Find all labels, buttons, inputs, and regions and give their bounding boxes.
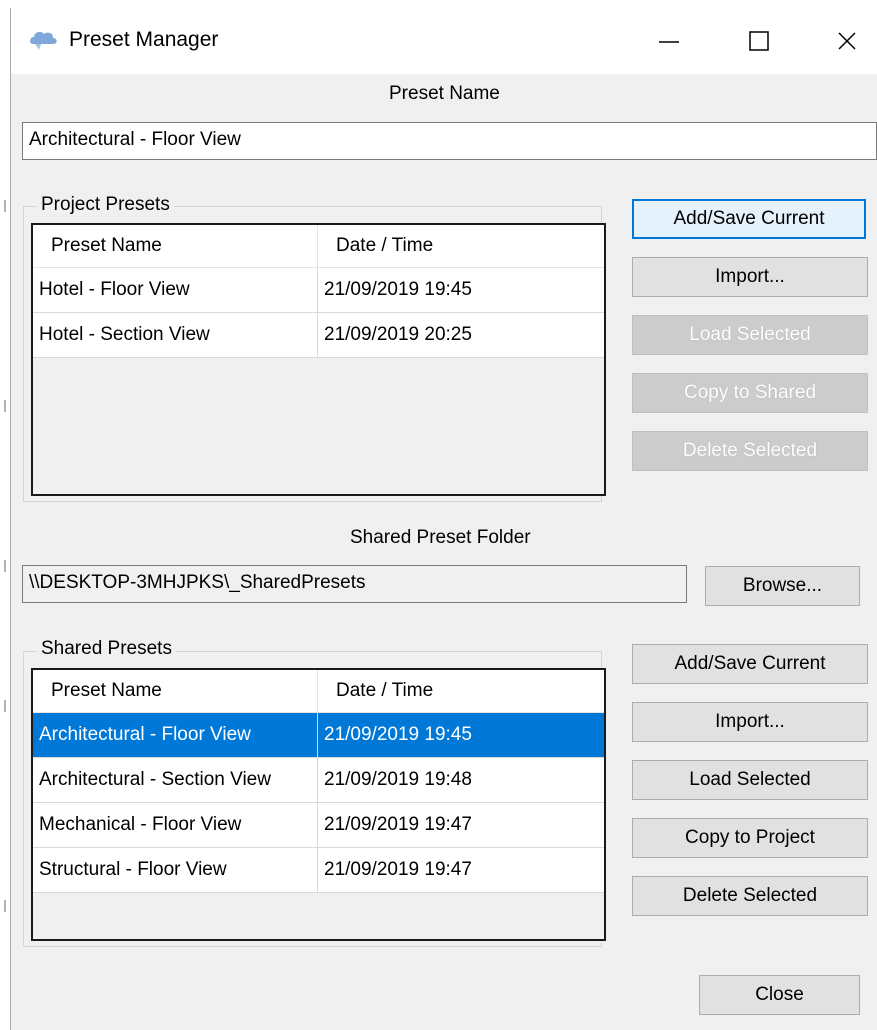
button-label: Delete Selected xyxy=(682,440,818,461)
shared-presets-list[interactable]: Preset Name Date / Time Architectural - … xyxy=(31,668,606,941)
row-preset-name: Structural - Floor View xyxy=(33,848,318,892)
copy-to-project-button[interactable]: Copy to Project xyxy=(632,818,868,858)
list-header: Preset Name Date / Time xyxy=(33,670,604,713)
preset-name-input[interactable]: Architectural - Floor View xyxy=(22,122,877,160)
table-row[interactable]: Structural - Floor View 21/09/2019 19:47 xyxy=(33,848,604,893)
button-label: Load Selected xyxy=(689,769,811,790)
button-label: Add/Save Current xyxy=(673,208,825,229)
project-delete-selected-button[interactable]: Delete Selected xyxy=(632,431,868,471)
shared-folder-path-field[interactable]: \\DESKTOP-3MHJPKS\_SharedPresets xyxy=(22,565,687,603)
row-date-time: 21/09/2019 19:45 xyxy=(324,724,472,745)
background-edge xyxy=(4,200,6,912)
button-label: Browse... xyxy=(742,575,823,596)
minimize-button[interactable] xyxy=(619,8,719,74)
row-date-time: 21/09/2019 19:47 xyxy=(324,859,472,880)
button-label: Copy to Shared xyxy=(683,382,817,403)
button-label: Copy to Project xyxy=(685,827,815,848)
window-title: Preset Manager xyxy=(69,28,219,51)
button-label: Import... xyxy=(715,266,785,287)
shared-import-button[interactable]: Import... xyxy=(632,702,868,742)
row-preset-name: Architectural - Section View xyxy=(33,758,318,802)
shared-presets-label: Shared Presets xyxy=(37,638,176,660)
title-bar[interactable]: Preset Manager xyxy=(11,8,877,74)
column-header-preset-name[interactable]: Preset Name xyxy=(33,225,318,267)
close-icon xyxy=(838,32,856,50)
copy-to-shared-button[interactable]: Copy to Shared xyxy=(632,373,868,413)
row-date-time: 21/09/2019 20:25 xyxy=(324,324,472,345)
minimize-icon xyxy=(659,41,679,43)
row-date-time: 21/09/2019 19:48 xyxy=(324,769,472,790)
row-preset-name: Architectural - Floor View xyxy=(33,713,318,757)
column-header-preset-name[interactable]: Preset Name xyxy=(33,670,318,712)
row-preset-name: Mechanical - Floor View xyxy=(33,803,318,847)
maximize-icon xyxy=(749,31,769,51)
table-row[interactable]: Mechanical - Floor View 21/09/2019 19:47 xyxy=(33,803,604,848)
table-row[interactable]: Hotel - Section View 21/09/2019 20:25 xyxy=(33,313,604,358)
table-row[interactable]: Architectural - Section View 21/09/2019 … xyxy=(33,758,604,803)
project-presets-label: Project Presets xyxy=(37,194,174,216)
shared-load-selected-button[interactable]: Load Selected xyxy=(632,760,868,800)
table-row-selected[interactable]: Architectural - Floor View 21/09/2019 19… xyxy=(33,713,604,758)
column-header-date-time[interactable]: Date / Time xyxy=(318,670,604,712)
button-label: Load Selected xyxy=(689,324,811,345)
close-button[interactable]: Close xyxy=(699,975,860,1015)
column-header-date-time[interactable]: Date / Time xyxy=(318,225,604,267)
preset-name-label: Preset Name xyxy=(389,83,500,104)
row-date-time: 21/09/2019 19:45 xyxy=(324,279,472,300)
project-load-selected-button[interactable]: Load Selected xyxy=(632,315,868,355)
row-preset-name: Hotel - Section View xyxy=(33,313,318,357)
cloud-icon xyxy=(30,31,57,50)
button-label: Import... xyxy=(715,711,785,732)
close-window-button[interactable] xyxy=(797,8,877,74)
project-import-button[interactable]: Import... xyxy=(632,257,868,297)
maximize-button[interactable] xyxy=(709,8,809,74)
project-presets-list[interactable]: Preset Name Date / Time Hotel - Floor Vi… xyxy=(31,223,606,496)
browse-button[interactable]: Browse... xyxy=(705,566,860,606)
button-label: Delete Selected xyxy=(682,885,818,906)
shared-delete-selected-button[interactable]: Delete Selected xyxy=(632,876,868,916)
button-label: Close xyxy=(755,984,804,1005)
shared-add-save-button[interactable]: Add/Save Current xyxy=(632,644,868,684)
shared-folder-label: Shared Preset Folder xyxy=(350,527,531,548)
table-row[interactable]: Hotel - Floor View 21/09/2019 19:45 xyxy=(33,268,604,313)
row-preset-name: Hotel - Floor View xyxy=(33,268,318,312)
project-add-save-button[interactable]: Add/Save Current xyxy=(632,199,866,239)
preset-manager-window: Preset Manager Preset Name Architectural… xyxy=(10,8,877,1030)
row-date-time: 21/09/2019 19:47 xyxy=(324,814,472,835)
button-label: Add/Save Current xyxy=(674,653,826,674)
list-header: Preset Name Date / Time xyxy=(33,225,604,268)
